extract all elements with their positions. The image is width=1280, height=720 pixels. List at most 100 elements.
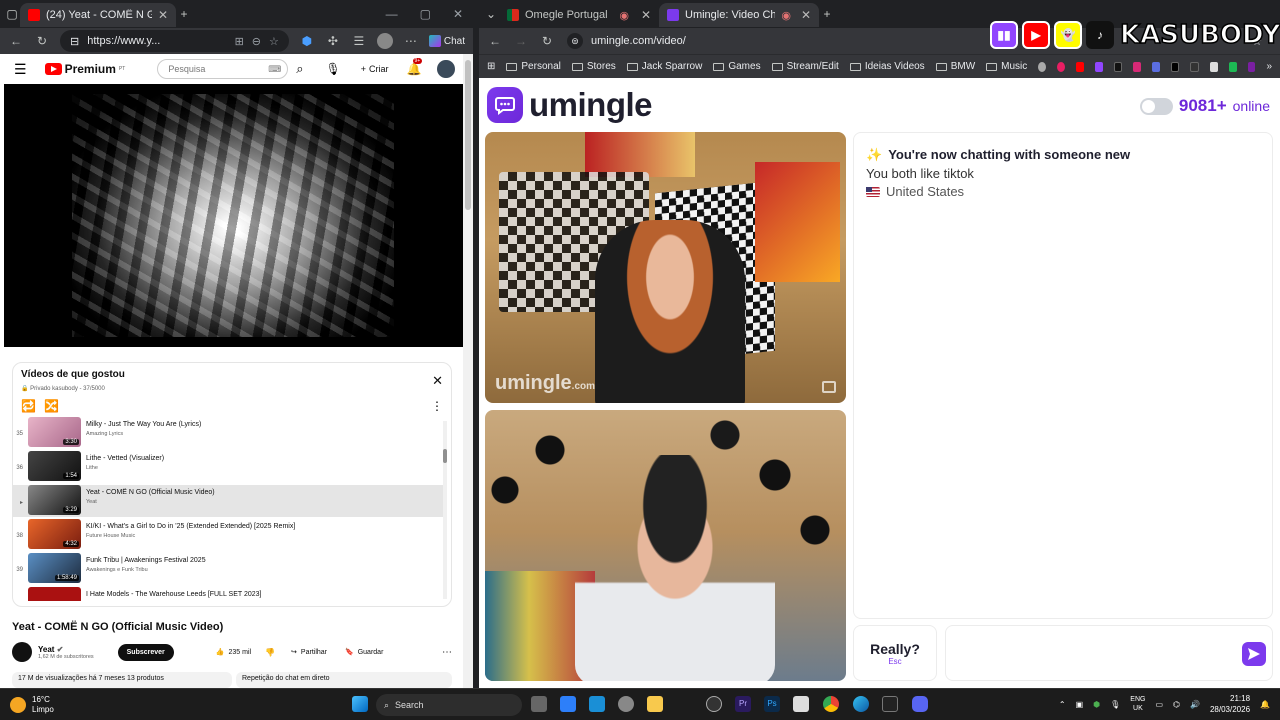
close-tab-icon[interactable]: ✕ [641, 8, 651, 22]
favorites-icon[interactable]: ☰ [351, 33, 367, 49]
item-thumbnail[interactable]: 1:54 [28, 451, 81, 481]
reload-icon[interactable]: ↻ [539, 33, 555, 49]
new-tab-icon[interactable]: + [176, 6, 192, 22]
tab-actions-icon[interactable]: ▢ [4, 6, 20, 22]
bookmark-folder[interactable]: Ideias Videos [849, 61, 925, 72]
item-thumbnail[interactable]: 3:30 [28, 417, 81, 447]
bookmark-site-icon[interactable] [1057, 61, 1066, 72]
premiere-icon[interactable]: Pr [735, 696, 751, 712]
back-icon[interactable]: ← [487, 33, 503, 49]
page-scrollbar[interactable] [463, 54, 473, 688]
instagram-bookmark-icon[interactable] [1133, 61, 1142, 72]
item-artist[interactable]: Awakenings e Funk Tribu [86, 567, 206, 573]
bookmark-folder[interactable]: Games [713, 61, 761, 72]
playlist-item[interactable]: 35 3:30 Milky - Just The Way You Are (Ly… [13, 417, 445, 449]
close-window-icon[interactable]: ✕ [453, 7, 463, 21]
zoom-icon[interactable]: ⊖ [252, 35, 261, 48]
video-description[interactable]: 17 M de visualizações há 7 meses 13 prod… [12, 672, 232, 688]
umingle-logo[interactable]: umingle [487, 86, 653, 124]
playlist-scrollbar[interactable] [443, 421, 447, 599]
photos-icon[interactable] [589, 696, 605, 712]
playlist-item[interactable]: 39 1:58:49 Funk Tribu | Awakenings Festi… [13, 553, 445, 585]
back-icon[interactable]: ← [8, 33, 24, 49]
tiktok-bookmark-icon[interactable] [1113, 61, 1123, 72]
tray-app-icon[interactable]: ▣ [1076, 700, 1084, 709]
bookmark-site-icon[interactable] [1247, 61, 1256, 72]
bookmark-folder[interactable]: BMW [935, 61, 975, 72]
bookmark-folder[interactable]: Personal [506, 61, 561, 72]
bookmark-folder[interactable]: Stores [571, 61, 616, 72]
bookmark-site-icon[interactable] [1152, 61, 1161, 72]
item-thumbnail[interactable]: 3:29 [28, 485, 81, 515]
file-explorer-icon[interactable] [647, 696, 663, 712]
youtube-search-input[interactable]: Pesquisa ⌨ [157, 59, 289, 79]
item-artist[interactable]: Lithe [86, 465, 164, 471]
item-title[interactable]: I Hate Models - The Warehouse Leeds [FUL… [86, 590, 261, 599]
network-icon[interactable]: ⌬ [1173, 700, 1180, 709]
store-icon[interactable] [560, 696, 576, 712]
item-artist[interactable]: Future House Music [86, 533, 295, 539]
playlist-item[interactable]: 36 1:54 Lithe - Vetted (Visualizer) Lithe [13, 451, 445, 483]
item-thumbnail[interactable]: 1:58:49 [28, 553, 81, 583]
share-button[interactable]: ↪ Partilhar [291, 648, 327, 657]
playlist-item-current[interactable]: ▸ 3:29 Yeat - COMË N GO (Official Music … [13, 485, 445, 517]
bookmark-site-icon[interactable] [1209, 61, 1218, 72]
item-title[interactable]: Yeat - COMË N GO (Official Music Video) [86, 488, 215, 497]
scroll-thumb[interactable] [465, 60, 471, 210]
create-button[interactable]: + Criar [361, 64, 389, 74]
minimize-icon[interactable]: — [386, 7, 398, 21]
tray-overflow-icon[interactable]: ⌃ [1059, 700, 1066, 709]
playlist-item[interactable]: 38 4:32 KI/KI - What's a Girl to Do in '… [13, 519, 445, 551]
new-tab-icon[interactable]: + [819, 6, 835, 22]
display-icon[interactable]: ▭ [1155, 700, 1163, 709]
more-bookmarks-icon[interactable]: » [1266, 61, 1272, 72]
item-thumbnail[interactable]: 4:32 [28, 519, 81, 549]
loop-icon[interactable]: 🔁 [21, 399, 36, 413]
account-avatar[interactable] [437, 60, 455, 78]
report-flag-icon[interactable] [822, 381, 836, 393]
close-tab-icon[interactable]: ✕ [801, 8, 811, 22]
more-actions-icon[interactable]: ⋯ [442, 647, 452, 658]
save-button[interactable]: 🔖 Guardar [345, 648, 383, 657]
bookmark-site-icon[interactable] [1038, 61, 1047, 72]
notepad-icon[interactable] [793, 696, 809, 712]
shuffle-icon[interactable]: 🔀 [44, 399, 59, 413]
item-title[interactable]: Funk Tribu | Awakenings Festival 2025 [86, 556, 206, 565]
item-artist[interactable]: Yeat [86, 499, 215, 505]
terminal-icon[interactable] [882, 696, 898, 712]
scroll-thumb[interactable] [443, 449, 447, 463]
item-title[interactable]: Lithe - Vetted (Visualizer) [86, 454, 164, 463]
weather-widget[interactable]: 16°C Limpo [10, 695, 54, 715]
item-title[interactable]: Milky - Just The Way You Are (Lyrics) [86, 420, 201, 429]
tab-search-icon[interactable]: ⌄ [483, 6, 499, 22]
tab-omegle[interactable]: Omegle Portugal ◉ ✕ [499, 3, 659, 27]
clock[interactable]: 21:18 28/03/2026 [1210, 693, 1250, 715]
mode-toggle[interactable] [1139, 97, 1173, 115]
microphone-icon[interactable]: 🎙 [1110, 700, 1120, 709]
live-chat-replay[interactable]: Repetição do chat em direto [236, 672, 452, 688]
twitch-bookmark-icon[interactable] [1094, 61, 1103, 72]
chrome-icon[interactable] [823, 696, 839, 712]
photoshop-icon[interactable]: Ps [764, 696, 780, 712]
bookmark-folder[interactable]: Jack Sparrow [626, 61, 702, 72]
dislike-icon[interactable]: 👎 [265, 648, 275, 657]
close-tab-icon[interactable]: ✕ [158, 8, 168, 22]
maximize-icon[interactable]: ▢ [420, 7, 431, 21]
item-title[interactable]: KI/KI - What's a Girl to Do in '25 (Exte… [86, 522, 295, 531]
like-button[interactable]: 👍 235 mil [216, 648, 251, 657]
site-info-icon[interactable]: ⊜ [567, 33, 583, 49]
discord-icon[interactable] [912, 696, 928, 712]
send-button[interactable] [1242, 642, 1266, 666]
youtube-bookmark-icon[interactable] [1076, 61, 1084, 72]
item-thumbnail[interactable] [28, 587, 81, 601]
skip-button[interactable]: Really? Esc [853, 625, 937, 681]
profile-avatar[interactable] [376, 33, 393, 49]
bookmark-site-icon[interactable] [1228, 61, 1237, 72]
chat-message-input[interactable] [945, 625, 1273, 681]
task-view-icon[interactable] [531, 696, 547, 712]
mic-icon[interactable]: 🎙 [326, 62, 341, 76]
edge-icon[interactable] [853, 696, 869, 712]
subscribe-button[interactable]: Subscrever [117, 643, 174, 661]
menu-icon[interactable]: ☰ [14, 61, 27, 78]
star-icon[interactable]: ☆ [269, 35, 279, 48]
